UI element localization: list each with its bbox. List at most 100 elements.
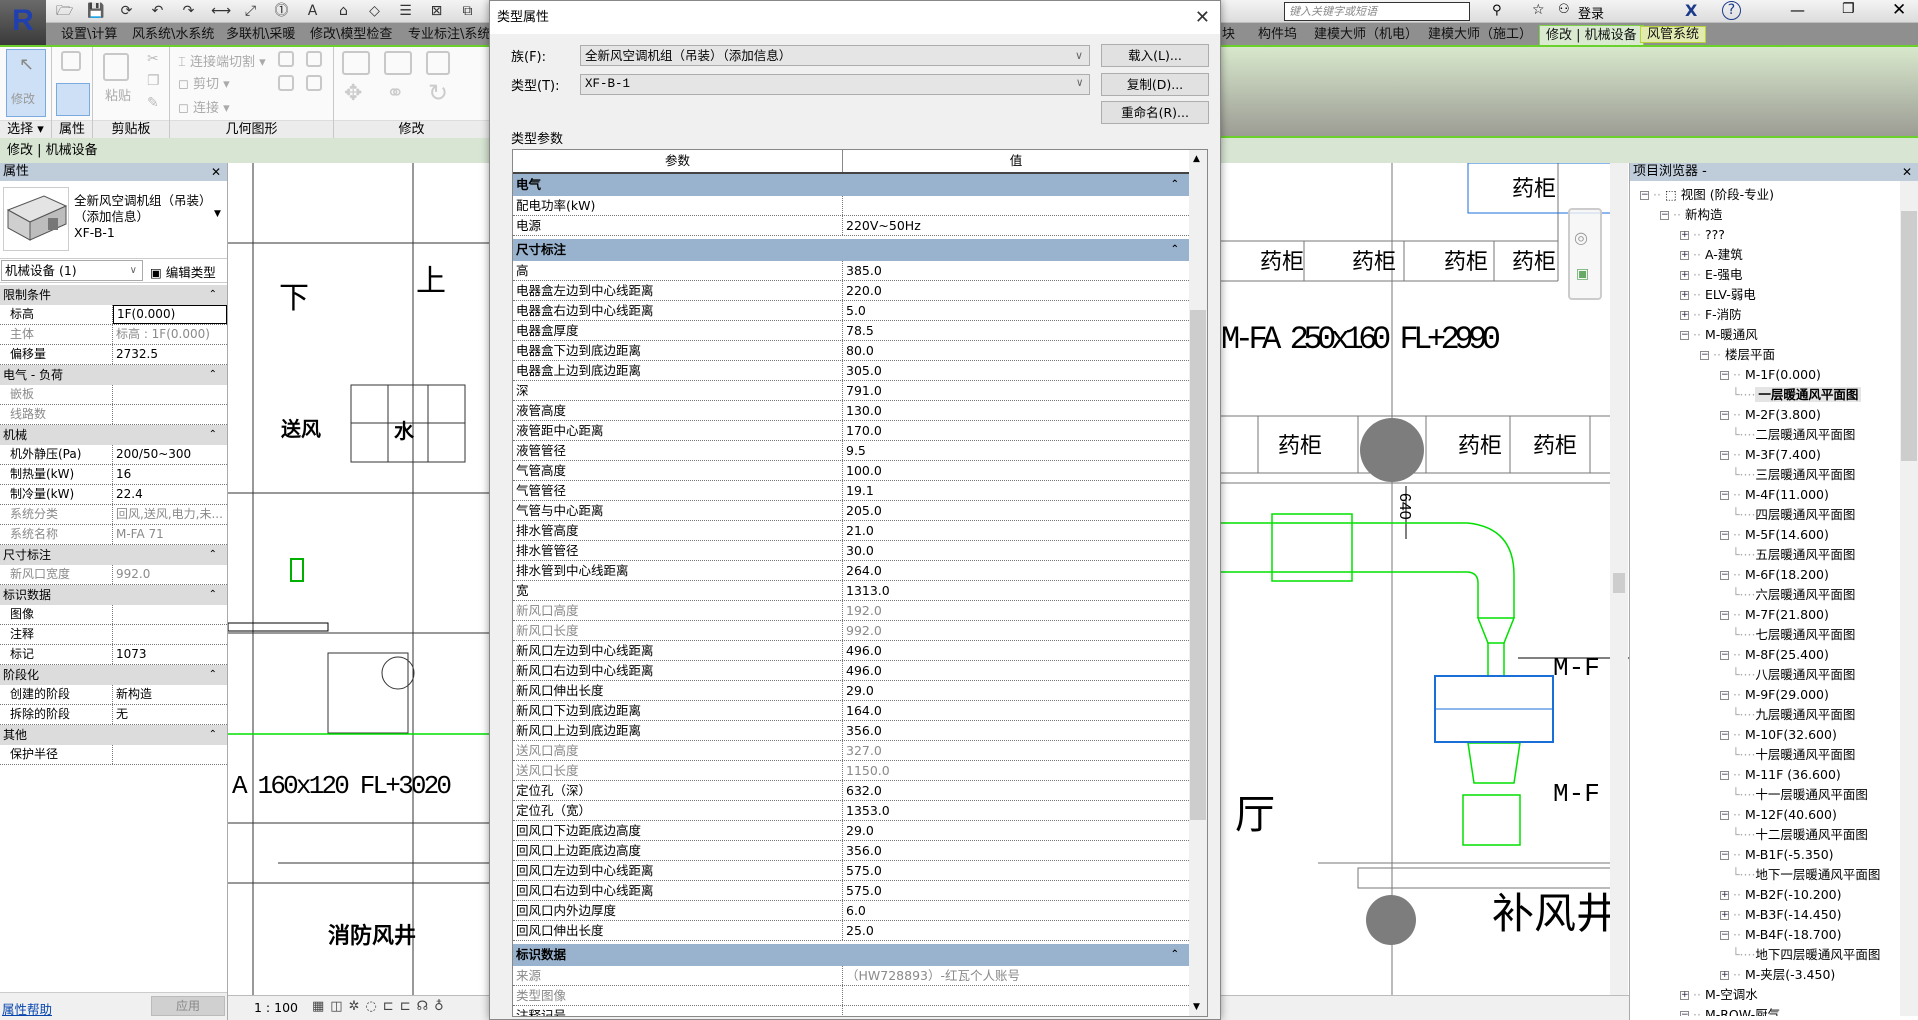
browser-item[interactable]: + ·· M-B2F(-10.200): [1720, 885, 1842, 905]
collapse-icon[interactable]: −: [1720, 851, 1729, 860]
browser-item[interactable]: − ·· M-B4F(-18.700): [1720, 925, 1842, 945]
browser-item[interactable]: − ·· M-ROW-厨气: [1680, 1005, 1780, 1016]
collapse-icon[interactable]: −: [1720, 571, 1729, 580]
paste-button[interactable]: 粘贴: [105, 85, 131, 104]
expand-icon[interactable]: +: [1720, 891, 1729, 900]
parameter-row[interactable]: 电源 220V~50Hz: [513, 216, 1189, 236]
close-button[interactable]: ✕: [1892, 0, 1906, 20]
parameter-row[interactable]: 来源 （HW728893）-红瓦个人账号: [513, 966, 1189, 986]
property-value[interactable]: 16: [113, 465, 227, 484]
parameter-row[interactable]: 回风口伸出长度 25.0: [513, 921, 1189, 941]
type-select[interactable]: XF-B-1 ∨: [580, 74, 1090, 95]
family-select[interactable]: 全新风空调机组（吊装）（添加信息） ∨: [580, 45, 1090, 66]
navigation-bar[interactable]: ◎ ▣: [1568, 208, 1602, 300]
collapse-icon[interactable]: −: [1720, 651, 1729, 660]
browser-item[interactable]: └····九层暖通风平面图: [1732, 705, 1855, 725]
property-group[interactable]: 标识数据 ⌃: [0, 585, 227, 605]
copy-element-icon[interactable]: ⚭: [386, 81, 404, 106]
parameter-value[interactable]: 80.0: [843, 341, 1189, 360]
parameter-value[interactable]: 9.5: [843, 441, 1189, 460]
sync-icon[interactable]: ⟳: [118, 3, 135, 20]
collapse-icon[interactable]: −: [1720, 611, 1729, 620]
paint-icon[interactable]: [306, 51, 322, 67]
parameter-row[interactable]: 送风口长度 1150.0: [513, 761, 1189, 781]
browser-item[interactable]: − ·· M-3F(7.400): [1720, 445, 1821, 465]
browser-item[interactable]: − ·· M-10F(32.600): [1720, 725, 1837, 745]
property-group[interactable]: 机械 ⌃: [0, 425, 227, 445]
browser-item[interactable]: └····四层暖通风平面图: [1732, 505, 1855, 525]
property-value[interactable]: [113, 605, 227, 624]
help-icon[interactable]: ?: [1722, 1, 1741, 20]
property-row[interactable]: 注释: [0, 625, 227, 645]
browser-item[interactable]: + ·· ELV-弱电: [1680, 285, 1756, 305]
tab-6[interactable]: 构件坞: [1252, 25, 1303, 45]
modify-button[interactable]: ↖ 修改: [6, 49, 46, 117]
property-value[interactable]: 新构造: [113, 685, 227, 704]
parameter-value[interactable]: 205.0: [843, 501, 1189, 520]
parameter-value[interactable]: 305.0: [843, 361, 1189, 380]
parameter-row[interactable]: 回风口上边距底边高度 356.0: [513, 841, 1189, 861]
parameter-value[interactable]: 130.0: [843, 401, 1189, 420]
browser-item[interactable]: + ·· M-空调水: [1680, 985, 1758, 1005]
parameter-row[interactable]: 回风口内外边厚度 6.0: [513, 901, 1189, 921]
browser-item[interactable]: − ·· M-7F(21.800): [1720, 605, 1829, 625]
parameter-value[interactable]: 264.0: [843, 561, 1189, 580]
parameter-group[interactable]: 标识数据 ⌃: [513, 944, 1189, 966]
browser-item[interactable]: + ·· E-强电: [1680, 265, 1742, 285]
tab-0[interactable]: 设置\计算: [55, 25, 123, 45]
binoculars-icon[interactable]: ⚲: [1492, 3, 1502, 18]
thin-lines-icon[interactable]: ☰: [397, 3, 414, 20]
property-value[interactable]: 2732.5: [113, 345, 227, 364]
parameter-row[interactable]: 回风口左边到中心线距离 575.0: [513, 861, 1189, 881]
parameter-value[interactable]: 1353.0: [843, 801, 1189, 820]
property-value[interactable]: 1073: [113, 645, 227, 664]
parameter-value[interactable]: 21.0: [843, 521, 1189, 540]
browser-item[interactable]: + ·· A-建筑: [1680, 245, 1743, 265]
text-icon[interactable]: A: [304, 3, 321, 20]
parameter-value[interactable]: 192.0: [843, 601, 1189, 620]
property-value[interactable]: 标高 : 1F(0.000): [113, 325, 227, 344]
parameter-row[interactable]: 气管高度 100.0: [513, 461, 1189, 481]
parameter-row[interactable]: 新风口高度 192.0: [513, 601, 1189, 621]
browser-item[interactable]: └····十层暖通风平面图: [1732, 745, 1855, 765]
collapse-icon[interactable]: −: [1680, 1011, 1689, 1016]
expand-icon[interactable]: +: [1680, 291, 1689, 300]
parameter-value[interactable]: 164.0: [843, 701, 1189, 720]
close-browser-icon[interactable]: ✕: [1902, 163, 1912, 181]
browser-item[interactable]: + ·· ???: [1680, 225, 1725, 245]
type-selector[interactable]: 全新风空调机组（吊装）（添加信息） XF-B-1 ▼: [0, 181, 227, 259]
parameter-value[interactable]: （HW728893）-红瓦个人账号: [843, 966, 1189, 985]
parameter-value[interactable]: [843, 1006, 1189, 1016]
browser-item[interactable]: − ·· M-1F(0.000): [1720, 365, 1821, 385]
property-value[interactable]: 1F(0.000): [113, 305, 227, 324]
parameter-value[interactable]: 496.0: [843, 641, 1189, 660]
join-button[interactable]: ◻ 连接 ▾: [178, 97, 230, 116]
demolish-icon[interactable]: [306, 75, 322, 91]
property-value[interactable]: [113, 745, 227, 764]
cut-icon[interactable]: ✂: [147, 51, 159, 67]
browser-item[interactable]: └····六层暖通风平面图: [1732, 585, 1855, 605]
browser-item[interactable]: + ·· F-消防: [1680, 305, 1742, 325]
collapse-icon[interactable]: −: [1720, 931, 1729, 940]
tab-3[interactable]: 修改\模型检查: [304, 25, 398, 45]
canvas-vertical-scrollbar[interactable]: [1610, 163, 1628, 995]
expand-icon[interactable]: +: [1680, 251, 1689, 260]
view-control-icons[interactable]: ▦◫✲◌⊏⊏☊♁: [312, 999, 450, 1014]
browser-item[interactable]: − ·· M-暖通风: [1680, 325, 1758, 345]
browser-item[interactable]: − ·· M-12F(40.600): [1720, 805, 1837, 825]
browser-item[interactable]: └····七层暖通风平面图: [1732, 625, 1855, 645]
close-hidden-icon[interactable]: ⊠: [428, 3, 445, 20]
parameter-row[interactable]: 注释记号: [513, 1006, 1189, 1016]
expand-icon[interactable]: +: [1680, 271, 1689, 280]
panel-label-select[interactable]: 选择 ▾: [0, 120, 51, 138]
match-properties-icon[interactable]: ✎: [147, 95, 159, 111]
browser-item[interactable]: − ·· M-B1F(-5.350): [1720, 845, 1834, 865]
browser-item[interactable]: └····二层暖通风平面图: [1732, 425, 1855, 445]
browser-item[interactable]: − ·· M-11F (36.600): [1720, 765, 1841, 785]
parameter-value[interactable]: 29.0: [843, 821, 1189, 840]
parameter-value[interactable]: 356.0: [843, 721, 1189, 740]
parameter-value[interactable]: 791.0: [843, 381, 1189, 400]
parameter-row[interactable]: 液管距中心距离 170.0: [513, 421, 1189, 441]
browser-item[interactable]: − ·· ⬚ 视图 (阶段-专业): [1640, 185, 1774, 205]
parameter-row[interactable]: 电器盒厚度 78.5: [513, 321, 1189, 341]
